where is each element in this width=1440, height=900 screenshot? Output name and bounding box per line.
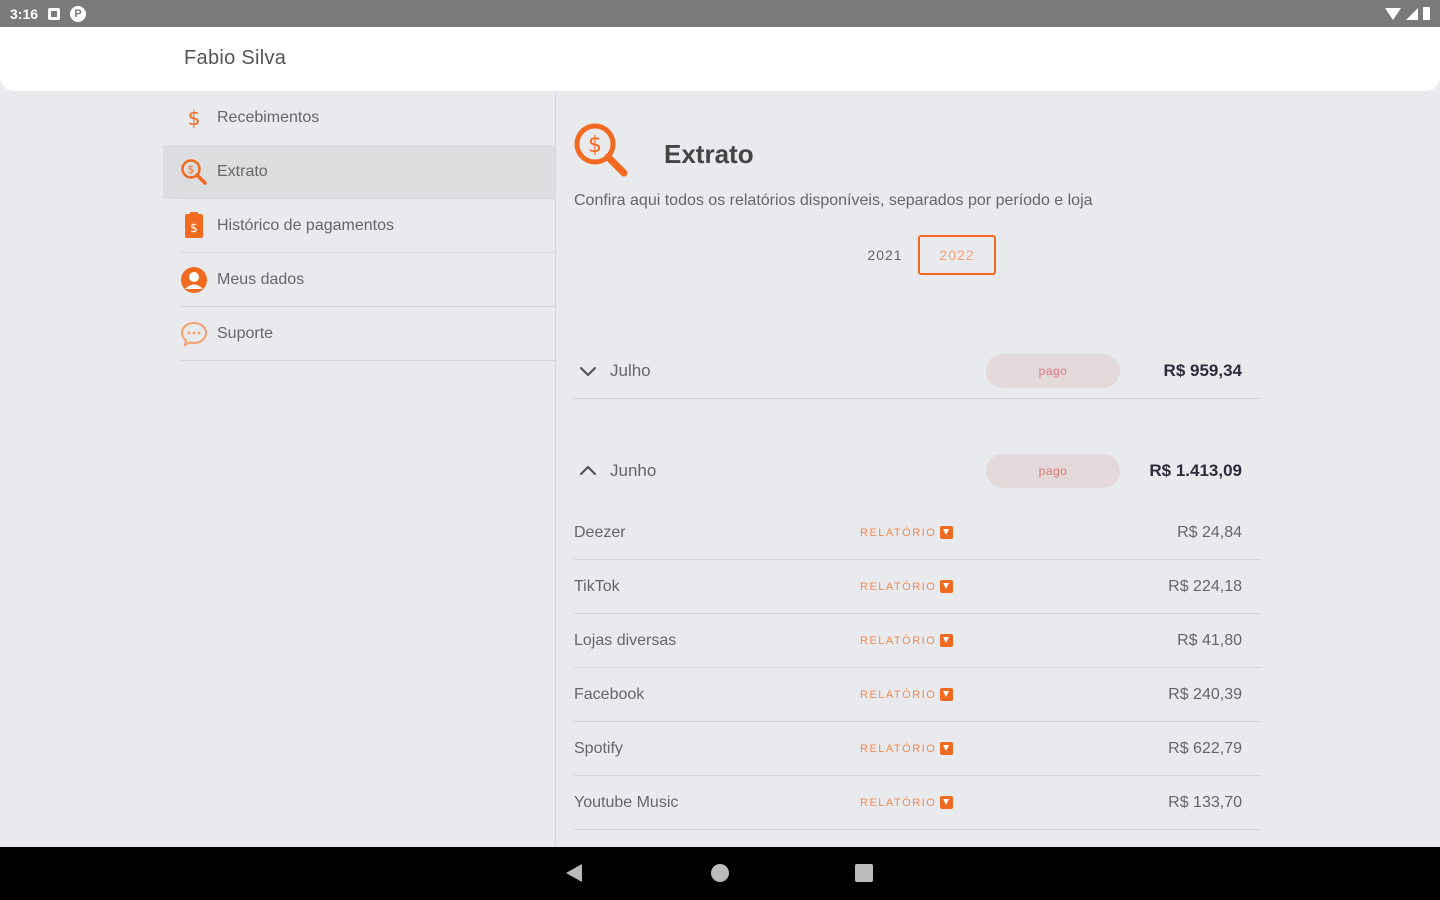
report-download-link[interactable]: RELATÓRIO — [860, 634, 954, 647]
svg-text:$: $ — [188, 163, 195, 176]
store-value: R$ 240,39 — [1168, 685, 1242, 703]
table-row: Youtube Music RELATÓRIO R$ 133,70 — [574, 776, 1260, 830]
store-name: Lojas diversas — [574, 631, 677, 649]
download-icon — [940, 742, 954, 755]
page-subtitle: Confira aqui todos os relatórios disponí… — [574, 192, 1093, 209]
back-icon[interactable] — [566, 864, 582, 882]
table-row: Lojas diversas RELATÓRIO R$ 41,80 — [574, 614, 1260, 668]
store-name: Deezer — [574, 523, 626, 541]
search-dollar-icon: $ — [572, 121, 630, 179]
download-icon — [940, 580, 954, 593]
dollar-icon: $ — [179, 103, 209, 133]
sidebar-item-label: Suporte — [217, 325, 274, 342]
table-row: Deezer RELATÓRIO R$ 24,84 — [574, 506, 1260, 560]
sidebar: $ Recebimentos $ Extrato $ Histórico de … — [163, 91, 555, 361]
chevron-up-icon — [576, 459, 600, 483]
table-row: Facebook RELATÓRIO R$ 240,39 — [574, 668, 1260, 722]
search-dollar-icon: $ — [179, 157, 209, 187]
sidebar-item-meus-dados[interactable]: Meus dados — [163, 253, 555, 307]
download-icon — [940, 526, 954, 539]
notification-icon — [48, 7, 61, 20]
recent-apps-icon[interactable] — [855, 864, 873, 882]
main-content: $ Extrato Confira aqui todos os relatóri… — [556, 91, 1440, 847]
signal-icon — [1406, 7, 1418, 20]
sidebar-item-suporte[interactable]: Suporte — [163, 307, 555, 361]
battery-icon — [1423, 7, 1430, 20]
year-selector: 2021 2022 — [846, 235, 996, 275]
sidebar-item-label: Recebimentos — [217, 109, 320, 126]
month-total: R$ 1.413,09 — [1149, 461, 1242, 480]
sidebar-item-recebimentos[interactable]: $ Recebimentos — [163, 91, 555, 145]
store-value: R$ 224,18 — [1168, 577, 1242, 595]
download-icon — [940, 796, 954, 809]
download-icon — [940, 688, 954, 701]
svg-text:$: $ — [188, 107, 201, 129]
payment-history-icon: $ — [179, 211, 209, 241]
store-name: Youtube Music — [574, 793, 679, 811]
store-name: TikTok — [574, 577, 620, 595]
store-name: Facebook — [574, 685, 645, 703]
month-name: Julho — [610, 360, 651, 380]
user-icon — [179, 265, 209, 295]
sidebar-item-historico[interactable]: $ Histórico de pagamentos — [163, 199, 555, 253]
app-header: Fabio Silva — [0, 27, 1440, 91]
report-download-link[interactable]: RELATÓRIO — [860, 742, 954, 755]
system-nav-bar — [0, 847, 1440, 900]
status-time: 3:16 — [10, 5, 39, 22]
month-name: Junho — [610, 461, 657, 480]
wifi-icon — [1385, 7, 1401, 20]
year-2022-button[interactable]: 2022 — [918, 235, 996, 275]
app-notification-icon: P — [70, 5, 87, 22]
download-icon — [940, 634, 954, 647]
store-name: Spotify — [574, 739, 623, 757]
sidebar-item-extrato[interactable]: $ Extrato — [163, 145, 555, 199]
sidebar-item-label: Meus dados — [217, 271, 305, 288]
status-bar: 3:16 P — [0, 0, 1440, 27]
report-download-link[interactable]: RELATÓRIO — [860, 580, 954, 593]
svg-text:$: $ — [588, 133, 602, 158]
status-badge: pago — [986, 454, 1120, 488]
store-value: R$ 41,80 — [1177, 631, 1242, 649]
store-value: R$ 24,84 — [1177, 523, 1242, 541]
report-download-link[interactable]: RELATÓRIO — [860, 526, 954, 539]
report-download-link[interactable]: RELATÓRIO — [860, 796, 954, 809]
sidebar-item-label: Histórico de pagamentos — [217, 217, 394, 234]
svg-text:$: $ — [190, 221, 198, 235]
month-row-junho[interactable]: Junho pago R$ 1.413,09 — [574, 443, 1260, 499]
table-row: Spotify RELATÓRIO R$ 622,79 — [574, 722, 1260, 776]
page-title: Extrato — [664, 139, 754, 169]
chat-bubble-icon — [179, 319, 209, 349]
report-download-link[interactable]: RELATÓRIO — [860, 688, 954, 701]
home-icon[interactable] — [711, 864, 729, 882]
user-name: Fabio Silva — [184, 47, 287, 69]
table-row: TikTok RELATÓRIO R$ 224,18 — [574, 560, 1260, 614]
status-badge: pago — [986, 353, 1120, 388]
store-value: R$ 133,70 — [1168, 793, 1242, 811]
month-row-julho[interactable]: Julho pago R$ 959,34 — [574, 343, 1260, 399]
sidebar-item-label: Extrato — [217, 163, 268, 180]
store-value: R$ 622,79 — [1168, 739, 1242, 757]
chevron-down-icon — [576, 359, 600, 383]
year-2021-button[interactable]: 2021 — [846, 235, 924, 275]
month-total: R$ 959,34 — [1163, 360, 1242, 380]
